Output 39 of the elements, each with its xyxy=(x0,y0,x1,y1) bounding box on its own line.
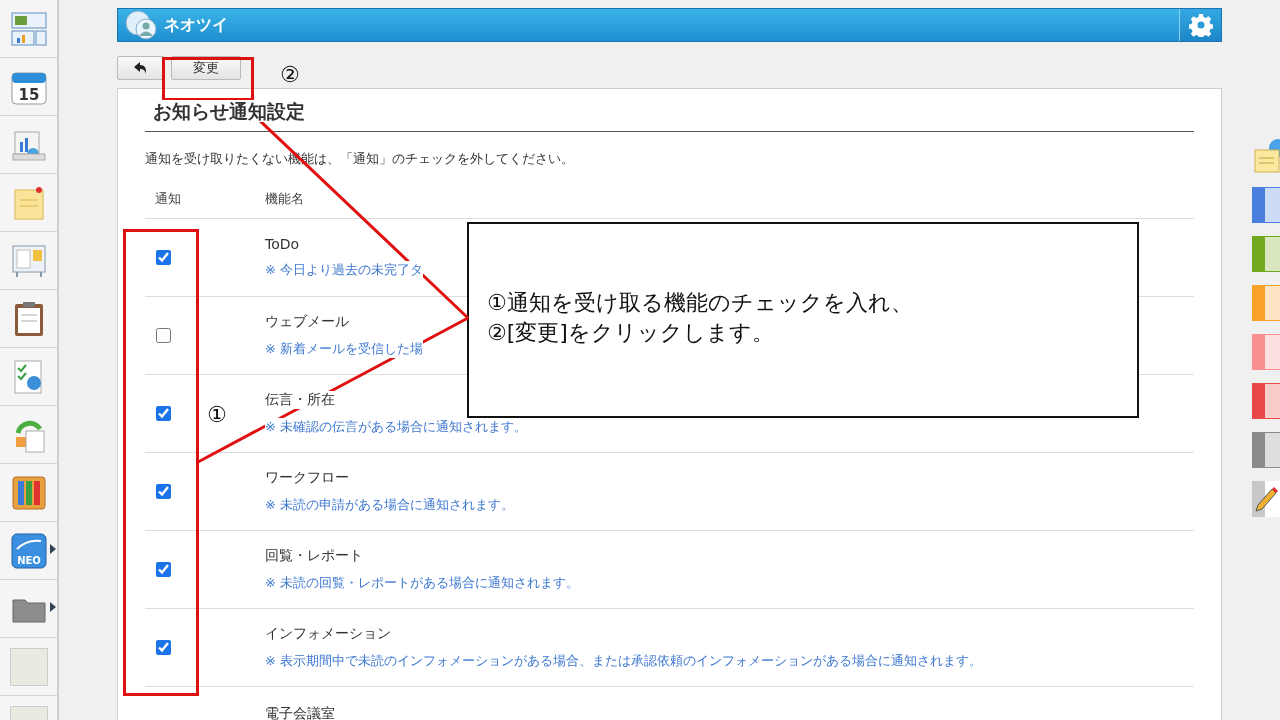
sidebar-item[interactable]: 15 xyxy=(0,58,57,116)
column-header: 機能名 xyxy=(265,190,305,208)
dashboard-icon xyxy=(10,11,47,46)
banner-image-placeholder xyxy=(9,647,48,686)
notify-checkbox[interactable] xyxy=(156,640,171,655)
callout-text: ①通知を受け取る機能のチェックを入れ、 xyxy=(487,289,914,317)
pencil-icon[interactable] xyxy=(1252,481,1280,517)
callout-text: ②[変更]をクリックします。 xyxy=(487,319,775,347)
app-title: ネオツイ xyxy=(164,14,228,36)
notify-checkbox[interactable] xyxy=(156,562,171,577)
back-button[interactable] xyxy=(117,56,165,80)
panel-title: お知らせ通知設定 xyxy=(153,100,305,122)
notify-checkbox[interactable] xyxy=(156,328,171,343)
feature-name: インフォメーション xyxy=(265,625,391,643)
bulletin-board-icon xyxy=(10,243,47,278)
feature-name: ToDo xyxy=(265,236,300,252)
sticky-note-icon xyxy=(1252,138,1280,174)
step-marker: ① xyxy=(207,402,227,427)
clipboard-icon xyxy=(12,300,45,337)
feature-name: 電子会議室 xyxy=(264,704,336,720)
users-chat-icon xyxy=(124,9,158,41)
feature-name: 伝言・所在 xyxy=(265,391,335,409)
binders-icon xyxy=(11,475,46,510)
feature-description: ※ 今日より過去の未完了タ xyxy=(265,261,424,279)
feature-description: ※ 新着メールを受信した場 xyxy=(265,340,424,358)
settings-button[interactable] xyxy=(1179,9,1221,41)
feature-name: ワークフロー xyxy=(265,469,349,487)
notify-checkbox[interactable] xyxy=(156,406,171,421)
change-button[interactable]: 変更 xyxy=(171,56,241,80)
neo-app-icon: NEO xyxy=(10,532,47,569)
step-marker: ② xyxy=(280,62,300,87)
settings-icon xyxy=(1188,13,1213,37)
notify-checkbox[interactable] xyxy=(156,484,171,499)
column-header: 通知 xyxy=(155,190,182,208)
feature-name: 回覧・レポート xyxy=(265,547,363,565)
back-arrow-icon xyxy=(134,62,148,74)
memo-icon xyxy=(11,184,46,221)
feature-name: ウェブメール xyxy=(265,313,349,331)
notify-checkbox[interactable] xyxy=(156,250,171,265)
